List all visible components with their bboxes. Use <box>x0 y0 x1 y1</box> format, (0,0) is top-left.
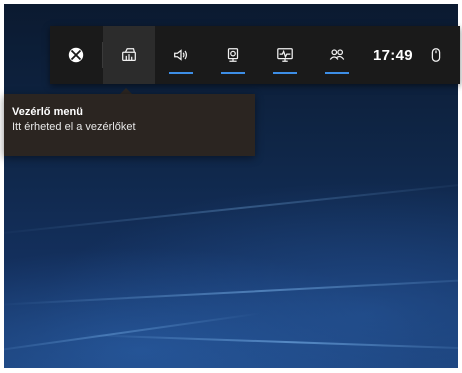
clock: 17:49 <box>373 46 413 64</box>
social-icon <box>329 49 345 60</box>
xbox-button[interactable] <box>50 26 102 84</box>
capture-icon <box>227 48 239 62</box>
wallpaper-light-streak <box>4 179 458 236</box>
performance-icon <box>277 48 293 62</box>
tooltip-title: Vezérlő menü <box>12 106 83 118</box>
wallpaper-light-streak <box>4 312 262 356</box>
widget-menu-icon <box>122 48 136 62</box>
widget-menu-tooltip: Vezérlő menü Itt érheted el a vezérlőket <box>4 94 255 156</box>
tooltip-description: Itt érheted el a vezérlőket <box>12 121 136 133</box>
xbox-icon <box>68 47 84 63</box>
social-button[interactable] <box>311 26 363 84</box>
mouse-icon <box>431 48 441 62</box>
performance-active-underline <box>273 72 297 74</box>
capture-button[interactable] <box>207 26 259 84</box>
widget-menu-button[interactable] <box>103 26 155 84</box>
social-active-underline <box>325 72 349 74</box>
game-bar-toolbar: 17:49 <box>50 26 460 84</box>
wallpaper-light-streak <box>4 275 458 306</box>
capture-active-underline <box>221 72 245 74</box>
audio-icon <box>174 49 188 61</box>
mouse-settings-button[interactable] <box>421 26 451 84</box>
audio-button[interactable] <box>155 26 207 84</box>
wallpaper-light-streak <box>83 334 458 351</box>
audio-active-underline <box>169 72 193 74</box>
performance-button[interactable] <box>259 26 311 84</box>
